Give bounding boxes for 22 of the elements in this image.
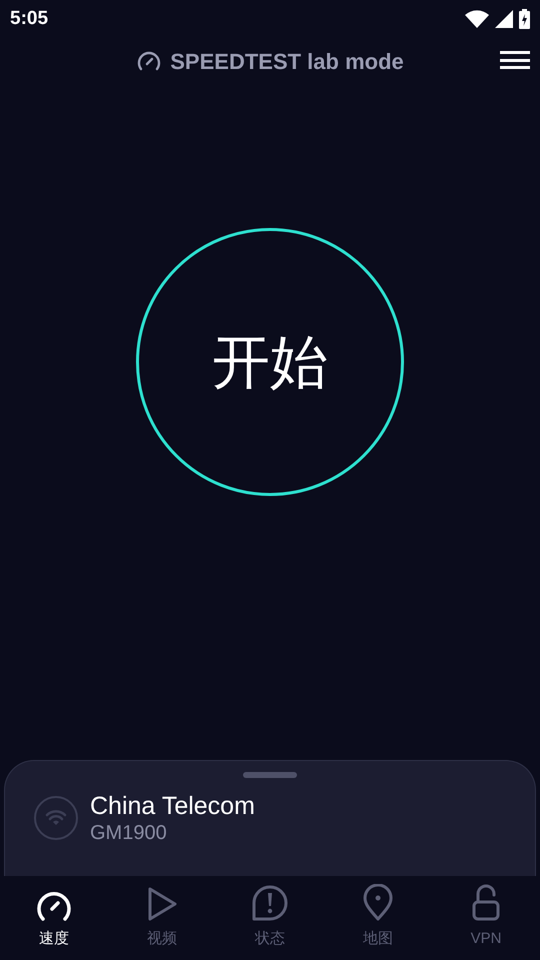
nav-tab[interactable]: VPN [432, 876, 540, 960]
nav-tab[interactable]: 速度 [0, 876, 108, 960]
menu-button[interactable] [500, 48, 530, 72]
play-icon [146, 886, 178, 922]
status-time: 5:05 [10, 6, 48, 31]
unlock-icon [472, 884, 500, 922]
gauge-icon [35, 890, 73, 922]
map-pin-icon [363, 884, 393, 922]
nav-tab[interactable]: 地图 [324, 876, 432, 960]
gauge-icon [136, 50, 162, 72]
nav-tab[interactable]: 状态 [216, 876, 324, 960]
wifi-icon [465, 10, 489, 28]
alert-icon [251, 884, 289, 922]
start-button[interactable]: 开始 [136, 228, 404, 496]
carrier-name: China Telecom [90, 791, 255, 821]
wifi-icon [34, 796, 78, 840]
battery-icon [519, 9, 530, 29]
signal-icon [495, 10, 513, 28]
drag-handle[interactable] [243, 772, 297, 778]
app-title: SPEEDTEST lab mode [170, 48, 404, 76]
nav-tab[interactable]: 视频 [108, 876, 216, 960]
device-name: GM1900 [90, 821, 168, 845]
